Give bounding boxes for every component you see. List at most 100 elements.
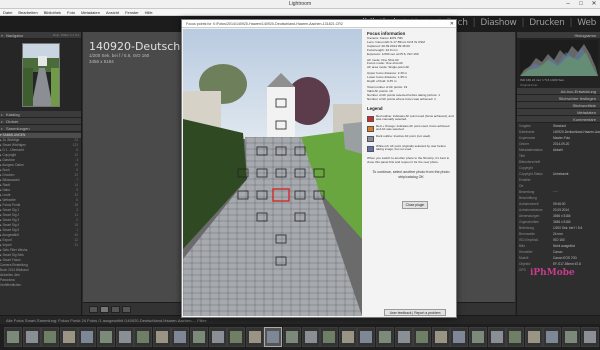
filmstrip-thumbnail[interactable] bbox=[208, 327, 227, 347]
filmstrip-thumbnail[interactable] bbox=[562, 327, 580, 347]
thumbnail-image bbox=[472, 331, 484, 343]
close-window-button[interactable]: ✕ bbox=[588, 0, 600, 9]
filmstrip-thumbnail[interactable] bbox=[171, 327, 190, 347]
filmstrip-thumbnail[interactable] bbox=[487, 327, 506, 347]
tree-item-label: ▸ Natur bbox=[0, 188, 11, 192]
thumbnail-image bbox=[379, 331, 391, 343]
thumbnail-image bbox=[416, 331, 429, 343]
thumbnail-image bbox=[230, 331, 243, 343]
navigator-preview[interactable] bbox=[0, 39, 81, 111]
right-section-label: Ad-hoc-Entwicklung bbox=[560, 89, 596, 94]
filmstrip-thumbnail[interactable] bbox=[264, 327, 283, 347]
menu-item[interactable]: Foto bbox=[67, 10, 75, 15]
expand-triangle-icon[interactable]: ▸ bbox=[1, 118, 3, 125]
title-bar: Lightroom – □ ✕ bbox=[0, 0, 600, 9]
minimize-button[interactable]: – bbox=[562, 0, 574, 9]
left-section-header[interactable]: ▸ Ordner bbox=[0, 118, 81, 125]
module-5[interactable]: Web bbox=[577, 18, 596, 30]
histogram-header[interactable]: Histogramm bbox=[517, 32, 600, 39]
thumbnail-image bbox=[397, 331, 410, 343]
filmstrip-thumbnail[interactable] bbox=[227, 327, 246, 347]
navigator-thumbnail[interactable] bbox=[22, 43, 60, 107]
filmstrip-thumbnail[interactable] bbox=[245, 327, 264, 347]
filmstrip-thumbnail[interactable] bbox=[338, 327, 357, 347]
filmstrip-thumbnail[interactable] bbox=[450, 327, 469, 347]
menu-item[interactable]: Ansicht bbox=[106, 10, 119, 15]
close-plugin-button[interactable]: Close plugin bbox=[402, 201, 428, 209]
menu-item[interactable]: Datei bbox=[3, 10, 12, 15]
filmstrip-thumbnail[interactable] bbox=[190, 327, 208, 347]
menu-item[interactable]: Bearbeiten bbox=[18, 10, 37, 15]
menu-item[interactable]: Hilfe bbox=[145, 10, 153, 15]
focus-info-line: Number of AF points where focus was achi… bbox=[367, 97, 436, 101]
filmstrip-thumbnail[interactable] bbox=[320, 327, 339, 347]
left-section-header[interactable]: ▸ Katalog bbox=[0, 111, 81, 118]
tree-item-label: ▸ Import bbox=[0, 243, 12, 247]
filmstrip-thumbnail[interactable] bbox=[41, 327, 60, 347]
right-section-header[interactable]: Metadaten bbox=[517, 109, 600, 116]
tree-item[interactable]: Veröffentlichen bbox=[0, 283, 81, 288]
histogram-label: Histogramm bbox=[574, 33, 596, 38]
module-3[interactable]: Diashow bbox=[480, 18, 516, 30]
tree-item-label: ▸ Smart Slg 5 bbox=[0, 228, 20, 232]
legend-heading: Legend bbox=[367, 105, 383, 111]
thumbnail-image bbox=[267, 331, 280, 343]
menu-item[interactable]: Bibliothek bbox=[44, 10, 61, 15]
filmstrip[interactable] bbox=[0, 324, 600, 350]
thumbnail-image bbox=[583, 331, 596, 343]
expand-triangle-icon[interactable]: ▸ bbox=[1, 125, 3, 132]
filmstrip-thumbnail[interactable] bbox=[413, 327, 432, 347]
legend-text: Dark outline: Inactive AF point (not use… bbox=[376, 133, 432, 138]
compare-view-button[interactable] bbox=[111, 306, 120, 313]
right-section-header[interactable]: Stichwörter festlegen bbox=[517, 95, 600, 102]
metadata-key: Metadatenstatus bbox=[519, 148, 543, 152]
focus-info-panel: Focus information Camera: Canon EOS 70D L… bbox=[367, 31, 455, 179]
navigator-header[interactable]: ▾ Navigator Einp. Füllen 1:1 3:1 bbox=[0, 32, 81, 39]
filmstrip-thumbnail[interactable] bbox=[134, 327, 153, 347]
filmstrip-thumbnail[interactable] bbox=[97, 327, 115, 347]
filmstrip-thumbnail[interactable] bbox=[431, 327, 450, 347]
loupe-view-button[interactable] bbox=[100, 306, 109, 313]
dialog-close-icon[interactable]: ✕ bbox=[450, 20, 454, 27]
metadata-key: Vorgabe bbox=[519, 124, 531, 128]
right-section-label: Kommentare bbox=[573, 117, 596, 122]
tree-item-label: ▸ Buch bbox=[0, 168, 10, 172]
grid-view-button[interactable] bbox=[89, 306, 98, 313]
filmstrip-thumbnail[interactable] bbox=[115, 327, 134, 347]
navigator-zoom-modes[interactable]: Einp. Füllen 1:1 3:1 bbox=[53, 32, 79, 39]
filmstrip-thumbnail[interactable] bbox=[22, 327, 41, 347]
histogram-graph bbox=[520, 40, 598, 76]
filmstrip-thumbnail[interactable] bbox=[394, 327, 413, 347]
survey-view-button[interactable] bbox=[122, 306, 131, 313]
filmstrip-thumbnail[interactable] bbox=[59, 327, 78, 347]
right-section-header[interactable]: Kommentare bbox=[517, 116, 600, 123]
module-separator: | bbox=[521, 18, 525, 28]
filmstrip-thumbnail[interactable] bbox=[152, 327, 171, 347]
left-section-header[interactable]: ▸ Sammlungen bbox=[0, 125, 81, 132]
module-4[interactable]: Drucken bbox=[529, 18, 565, 30]
right-section-header[interactable]: Ad-hoc-Entwicklung bbox=[517, 88, 600, 95]
menu-item[interactable]: Fenster bbox=[125, 10, 139, 15]
filmstrip-thumbnail[interactable] bbox=[283, 327, 301, 347]
metadata-panel: Vorgabe Standard Dateiname 140920-Deutschla… bbox=[517, 123, 600, 273]
metadata-key: Belichtung bbox=[519, 226, 534, 230]
maximize-button[interactable]: □ bbox=[575, 0, 587, 9]
collapse-triangle-icon[interactable]: ▾ bbox=[1, 32, 3, 39]
filmstrip-thumbnail[interactable] bbox=[580, 327, 599, 347]
filmstrip-thumbnail[interactable] bbox=[376, 327, 394, 347]
filmstrip-thumbnail[interactable] bbox=[301, 327, 320, 347]
filmstrip-thumbnail[interactable] bbox=[469, 327, 487, 347]
filmstrip-thumbnail[interactable] bbox=[4, 327, 22, 347]
filmstrip-thumbnail[interactable] bbox=[78, 327, 97, 347]
right-section-header[interactable]: Stichwortliste bbox=[517, 102, 600, 109]
feedback-button[interactable]: User feedback | Report a problem bbox=[384, 309, 446, 316]
metadata-key: Titel bbox=[519, 154, 525, 158]
filmstrip-thumbnail[interactable] bbox=[506, 327, 525, 347]
filmstrip-thumbnail[interactable] bbox=[524, 327, 543, 347]
filmstrip-thumbnail[interactable] bbox=[543, 327, 562, 347]
expand-triangle-icon[interactable]: ▸ bbox=[1, 111, 3, 118]
metadata-key: Dateiname bbox=[519, 130, 535, 134]
tree-item-label: ▸ Sets Filter Wechs. bbox=[0, 248, 29, 252]
filmstrip-thumbnail[interactable] bbox=[357, 327, 376, 347]
menu-item[interactable]: Metadaten bbox=[81, 10, 100, 15]
